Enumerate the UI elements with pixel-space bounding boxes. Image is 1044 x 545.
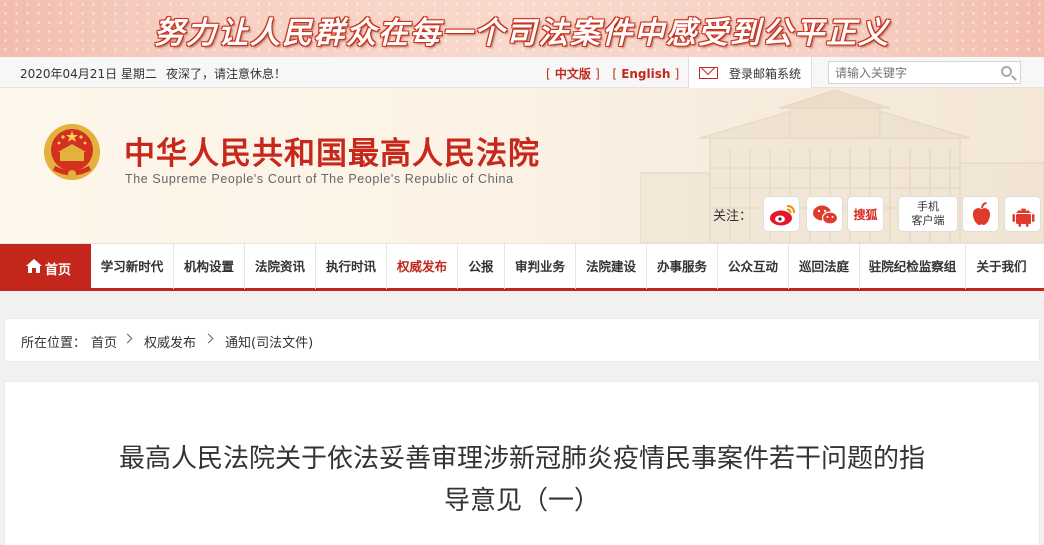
nav-item-xuexi[interactable]: 学习新时代 (91, 244, 174, 289)
slogan-text: 努力让人民群众在每一个司法案件中感受到公平正义 (154, 16, 890, 51)
breadcrumb-prefix: 所在位置： (21, 336, 87, 351)
android-icon (1012, 208, 1035, 227)
national-emblem-logo (44, 124, 100, 180)
nav-item-jianshe[interactable]: 法院建设 (576, 244, 647, 289)
apple-icon (972, 202, 991, 225)
main-nav: 首页 学习新时代 机构设置 法院资讯 执行时讯 权威发布 公报 审判业务 法院建… (0, 243, 1044, 291)
mail-icon (699, 67, 718, 79)
nav-item-jijian[interactable]: 驻院纪检监察组 (860, 244, 966, 289)
nav-item-gongbao[interactable]: 公报 (458, 244, 505, 289)
weibo-icon (770, 205, 795, 226)
slogan-banner: 努力让人民群众在每一个司法案件中感受到公平正义 (0, 0, 1044, 57)
wechat-icon (813, 205, 839, 225)
search-icon[interactable] (1001, 66, 1012, 77)
nav-item-fayuan-zixun[interactable]: 法院资讯 (245, 244, 316, 289)
breadcrumb-home-link[interactable]: 首页 (91, 332, 117, 351)
article-container: 最高人民法院关于依法妥善审理涉新冠肺炎疫情民事案件若干问题的指导意见（一） (4, 381, 1040, 545)
chevron-right-icon (203, 333, 214, 344)
lang-english-link[interactable]: English (621, 67, 670, 81)
site-subtitle: The Supreme People's Court of The People… (125, 172, 514, 186)
nav-item-xunhui[interactable]: 巡回法庭 (789, 244, 860, 289)
nav-item-shenpan[interactable]: 审判业务 (505, 244, 576, 289)
apple-button[interactable] (962, 196, 999, 232)
search-box (828, 61, 1021, 84)
sohu-button[interactable]: 搜狐 (847, 196, 884, 232)
breadcrumb-quanwei-link[interactable]: 权威发布 (144, 332, 196, 351)
current-date: 2020年04月21日 星期二 (20, 67, 157, 81)
mobile-client-button[interactable]: 手机 客户端 (898, 196, 958, 232)
search-input[interactable] (829, 62, 989, 83)
page: { "banner": { "slogan": "努力让人民群众在每一个司法案件… (0, 0, 1044, 545)
lang-chinese-link[interactable]: 中文版 (555, 67, 591, 81)
follow-label: 关注： (713, 209, 753, 224)
nav-item-jigou[interactable]: 机构设置 (174, 244, 245, 289)
nav-item-hudong[interactable]: 公众互动 (718, 244, 789, 289)
weibo-button[interactable] (763, 196, 800, 232)
sohu-label: 搜狐 (853, 208, 878, 222)
wechat-button[interactable] (806, 196, 843, 232)
nav-item-banshi[interactable]: 办事服务 (647, 244, 718, 289)
nav-item-guanyu[interactable]: 关于我们 (966, 244, 1037, 289)
article-title: 最高人民法院关于依法妥善审理涉新冠肺炎疫情民事案件若干问题的指导意见（一） (118, 444, 925, 516)
android-button[interactable] (1004, 196, 1041, 232)
site-title: 中华人民共和国最高人民法院 (124, 136, 540, 172)
mail-login-label: 登录邮箱系统 (729, 67, 802, 81)
chevron-right-icon (122, 333, 133, 344)
nav-item-zhixing[interactable]: 执行时讯 (316, 244, 387, 289)
nav-item-quanwei[interactable]: 权威发布 (387, 244, 458, 289)
home-icon (26, 259, 42, 273)
greeting-text: 夜深了，请注意休息！ (166, 67, 287, 81)
breadcrumb: 所在位置： 首页 权威发布 通知(司法文件) (4, 318, 1040, 362)
language-switch: [ 中文版 ] [ English ] (546, 67, 680, 81)
top-bar: 2020年04月21日 星期二 夜深了，请注意休息！ [ 中文版 ] [ Eng… (0, 57, 1044, 88)
breadcrumb-current[interactable]: 通知(司法文件) (225, 332, 313, 351)
mobile-client-label: 手机 客户端 (911, 200, 945, 227)
nav-home[interactable]: 首页 (0, 244, 91, 289)
site-header: 中华人民共和国最高人民法院 The Supreme People's Court… (0, 88, 1044, 243)
mail-login-button[interactable]: 登录邮箱系统 (688, 57, 812, 88)
